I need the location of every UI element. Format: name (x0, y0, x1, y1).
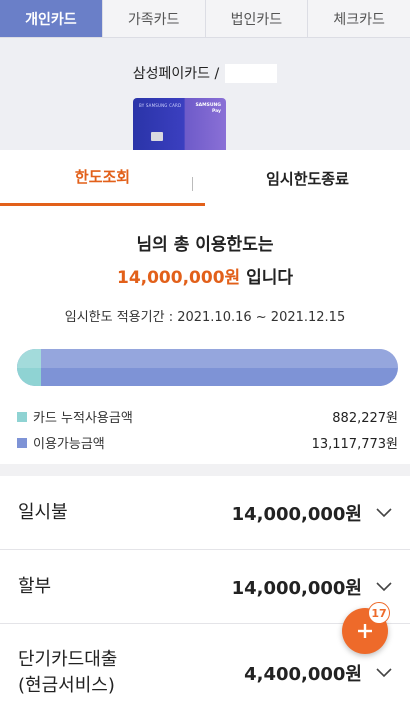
tab-personal-card[interactable]: 개인카드 (0, 0, 103, 37)
legend-available-value: 13,117,773원 (311, 437, 398, 452)
section-separator (0, 464, 410, 476)
legend-used-label: 카드 누적사용금액 (33, 411, 133, 426)
legend-available: 이용가능금액 13,117,773원 (17, 433, 398, 452)
tab-corporate-card[interactable]: 법인카드 (206, 0, 309, 37)
limit-row-amount: 14,000,000원 (231, 577, 362, 599)
card-info-area: 삼성페이카드 / BY SAMSUNG CARD SAMSUNG Pay (0, 38, 410, 150)
legend-used-value: 882,227원 (332, 411, 398, 426)
total-limit-amount: 14,000,000원 (116, 268, 241, 288)
legend-used: 카드 누적사용금액 882,227원 (17, 407, 398, 426)
legend-available-label: 이용가능금액 (33, 437, 105, 452)
card-image[interactable]: BY SAMSUNG CARD SAMSUNG Pay (133, 98, 226, 150)
limit-row-label: 일시불 (18, 501, 68, 523)
limit-row-lump-sum[interactable]: 일시불 14,000,000원 (0, 476, 410, 550)
tab-family-card[interactable]: 가족카드 (103, 0, 206, 37)
chevron-down-icon[interactable] (376, 665, 392, 681)
notification-badge: 17 (368, 602, 390, 624)
chevron-down-icon[interactable] (376, 505, 392, 521)
limit-summary: 님의 총 이용한도는 14,000,000원 입니다 (0, 230, 410, 288)
tab-check-card[interactable]: 체크카드 (308, 0, 410, 37)
summary-amount-line: 14,000,000원 입니다 (0, 263, 410, 288)
summary-suffix: 입니다 (240, 268, 294, 288)
card-brand-left: BY SAMSUNG CARD (139, 103, 182, 108)
temp-limit-period: 임시한도 적용기간 : 2021.10.16 ~ 2021.12.15 (64, 310, 346, 325)
card-brand-right: SAMSUNG Pay (195, 103, 221, 114)
limit-tabs: 한도조회 임시한도종료 (0, 150, 410, 206)
limit-row-label: 단기카드대출 (현금서비스) (18, 648, 118, 696)
limit-row-label: 할부 (18, 575, 52, 597)
masked-card-number (225, 63, 278, 83)
usage-bar (17, 349, 398, 386)
limit-row-installment[interactable]: 할부 14,000,000원 (0, 550, 410, 624)
legend-available-swatch (17, 437, 27, 448)
card-chip-icon (151, 132, 163, 141)
summary-heading: 님의 총 이용한도는 (136, 235, 274, 255)
plus-icon (358, 624, 372, 638)
tab-temp-limit-end[interactable]: 임시한도종료 (205, 150, 410, 206)
usage-bar-highlight (17, 349, 398, 368)
card-name: 삼성페이카드 / (132, 66, 220, 82)
tab-limit-inquiry[interactable]: 한도조회 (0, 150, 205, 206)
chevron-down-icon[interactable] (376, 579, 392, 595)
card-name-row: 삼성페이카드 / (0, 63, 410, 83)
limit-row-amount: 4,400,000원 (244, 663, 362, 685)
tab-divider (192, 177, 193, 191)
card-type-tabs: 개인카드 가족카드 법인카드 체크카드 (0, 0, 410, 38)
limit-row-amount: 14,000,000원 (231, 503, 362, 525)
legend-used-swatch (17, 411, 27, 422)
